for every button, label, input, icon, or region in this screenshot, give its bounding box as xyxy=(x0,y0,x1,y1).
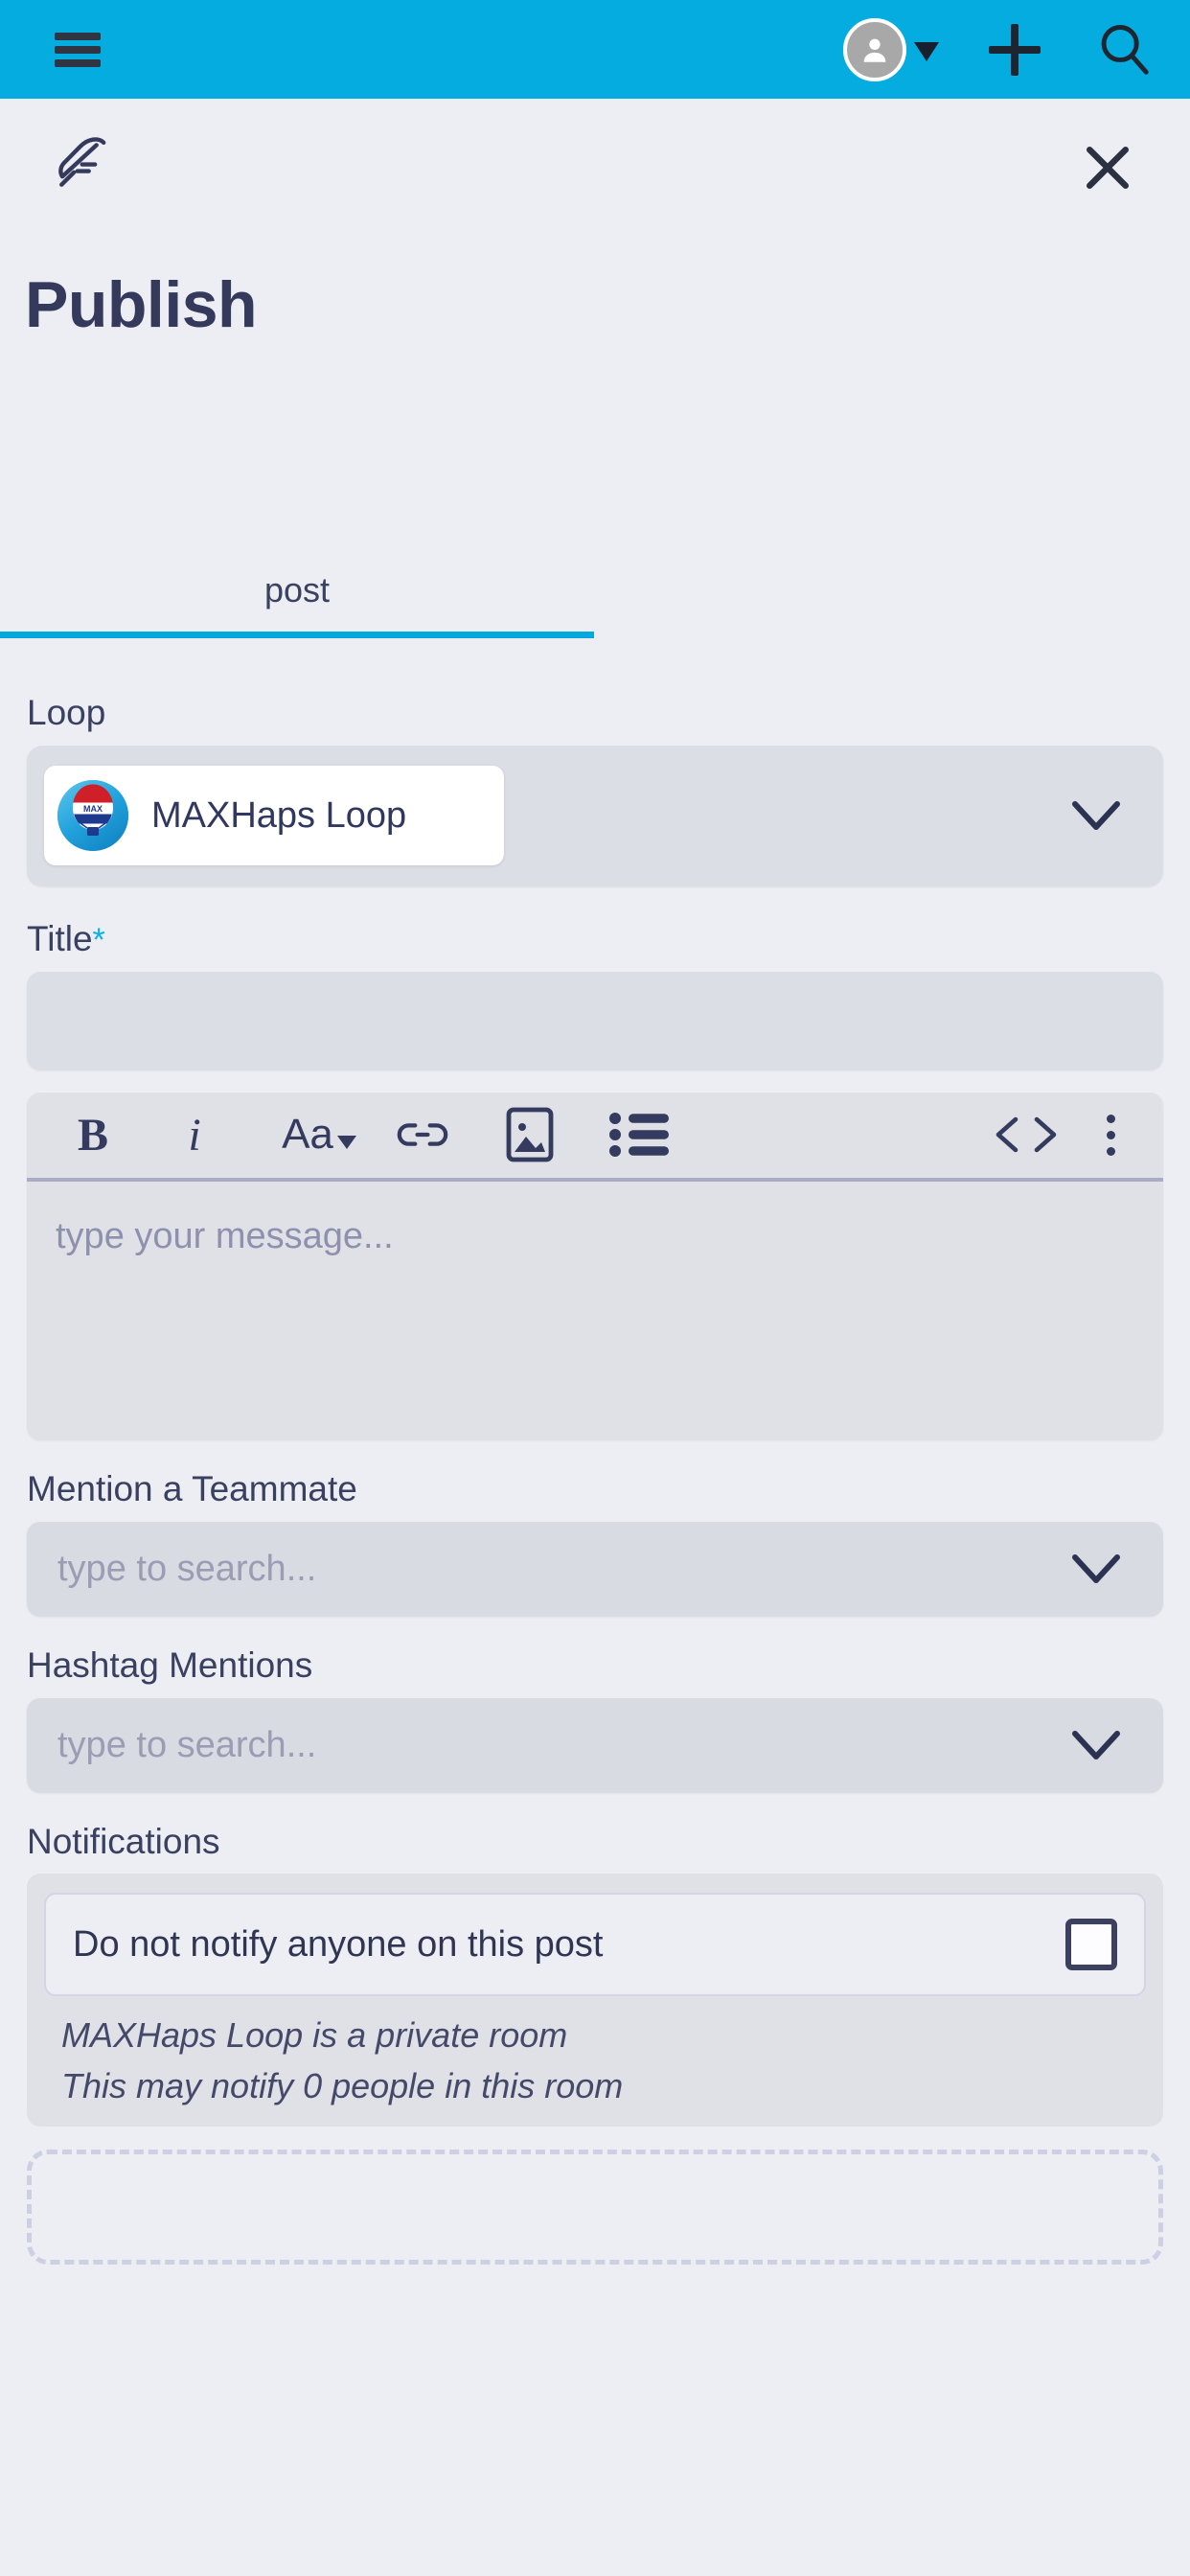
tab-active-indicator xyxy=(0,632,594,638)
hamburger-line xyxy=(55,32,101,40)
svg-text:MAX: MAX xyxy=(83,804,103,814)
do-not-notify-label: Do not notify anyone on this post xyxy=(73,1923,604,1965)
user-avatar-icon[interactable] xyxy=(843,17,906,81)
title-label: Title* xyxy=(27,919,1190,959)
rich-text-editor: B i Aa type your message... xyxy=(27,1092,1163,1440)
chevron-glyph xyxy=(1072,1554,1120,1583)
magnifier-glyph xyxy=(1101,24,1149,75)
title-label-text: Title xyxy=(27,919,93,958)
required-asterisk: * xyxy=(92,922,105,958)
bold-button[interactable]: B xyxy=(59,1101,126,1168)
dot xyxy=(1106,1146,1115,1156)
hashtag-field: Hashtag Mentions type to search... xyxy=(0,1645,1190,1793)
chevron-glyph xyxy=(1072,1731,1120,1760)
tab-post-label: post xyxy=(263,570,331,610)
title-input[interactable] xyxy=(27,971,1163,1070)
top-app-bar xyxy=(0,0,1190,99)
loop-selected-name: MAXHaps Loop xyxy=(151,794,407,836)
app-bar-actions xyxy=(843,16,1156,83)
link-icon xyxy=(397,1123,448,1146)
chevron-glyph xyxy=(1072,801,1120,830)
panel-header: Publish xyxy=(0,99,1190,341)
code-button[interactable] xyxy=(985,1101,1067,1168)
notifications-box: Do not notify anyone on this post MAXHap… xyxy=(27,1874,1163,2127)
chevron-down-icon xyxy=(336,1136,356,1149)
chevron-down-icon[interactable] xyxy=(1071,1553,1121,1584)
hashtag-select[interactable]: type to search... xyxy=(27,1697,1163,1793)
image-icon xyxy=(506,1107,554,1162)
font-size-button[interactable]: Aa xyxy=(266,1101,372,1168)
mention-select[interactable]: type to search... xyxy=(27,1521,1163,1617)
link-button[interactable] xyxy=(389,1101,456,1168)
close-x-icon[interactable] xyxy=(1079,139,1136,196)
notify-count-note: This may notify 0 people in this room xyxy=(61,2065,624,2105)
do-not-notify-row[interactable]: Do not notify anyone on this post xyxy=(44,1893,1146,1996)
image-button[interactable] xyxy=(494,1101,565,1168)
publish-panel: Publish post Loop MAX MAXHaps Loop Title… xyxy=(0,99,1190,2265)
hashtag-label: Hashtag Mentions xyxy=(27,1645,313,1685)
balloon-glyph: MAX xyxy=(73,784,113,837)
chevron-down-icon[interactable] xyxy=(1071,800,1121,831)
feather-glyph xyxy=(58,137,106,187)
caret-down-icon[interactable] xyxy=(914,41,939,61)
close-glyph xyxy=(1087,147,1129,189)
more-options-button[interactable] xyxy=(1090,1101,1131,1168)
mention-field: Mention a Teammate type to search... xyxy=(0,1469,1190,1617)
loop-selected-chip[interactable]: MAX MAXHaps Loop xyxy=(44,766,504,865)
hashtag-placeholder: type to search... xyxy=(57,1724,317,1765)
bullet-list-button[interactable] xyxy=(604,1101,675,1168)
notifications-field: Notifications Do not notify anyone on th… xyxy=(0,1822,1190,2127)
chevron-down-icon[interactable] xyxy=(1071,1730,1121,1760)
hamburger-line xyxy=(55,45,101,54)
tab-post[interactable]: post xyxy=(0,570,594,635)
notifications-label: Notifications xyxy=(27,1822,220,1861)
page-title: Publish xyxy=(25,268,258,341)
code-brackets-icon xyxy=(995,1116,1057,1153)
mention-placeholder: type to search... xyxy=(57,1548,317,1589)
attachment-drop-area[interactable] xyxy=(27,2149,1163,2265)
search-icon[interactable] xyxy=(1092,18,1156,81)
private-room-note: MAXHaps Loop is a private room xyxy=(61,2015,568,2055)
font-size-label: Aa xyxy=(282,1111,333,1158)
plus-icon[interactable] xyxy=(981,16,1048,83)
account-menu-button[interactable] xyxy=(843,17,939,81)
dot xyxy=(1106,1114,1115,1123)
loop-select[interactable]: MAX MAXHaps Loop xyxy=(27,745,1163,886)
editor-message-area[interactable]: type your message... xyxy=(27,1182,1163,1440)
bullet-list-icon xyxy=(609,1113,669,1157)
publish-form: Loop MAX MAXHaps Loop Title* B i Aa type… xyxy=(0,693,1190,2265)
feather-icon xyxy=(54,133,113,193)
loop-label: Loop xyxy=(27,693,106,732)
tab-bar: post xyxy=(0,570,1190,638)
editor-toolbar: B i Aa xyxy=(27,1092,1163,1182)
dot xyxy=(1106,1130,1115,1139)
italic-button[interactable]: i xyxy=(161,1101,228,1168)
mention-label: Mention a Teammate xyxy=(27,1469,357,1508)
person-glyph xyxy=(863,38,886,62)
hot-air-balloon-logo: MAX xyxy=(57,780,128,851)
hamburger-line xyxy=(55,58,101,67)
do-not-notify-checkbox[interactable] xyxy=(1065,1919,1117,1970)
hamburger-menu-icon[interactable] xyxy=(55,32,101,67)
